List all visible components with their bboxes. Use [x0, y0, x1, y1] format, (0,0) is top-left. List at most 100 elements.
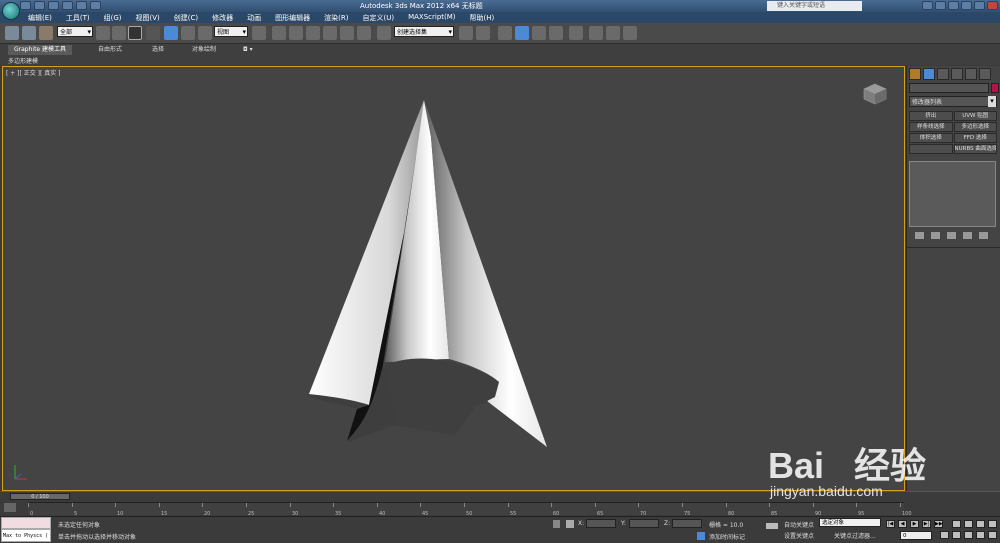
timeline-ruler[interactable]: 0 5 10 15 20 25 30 35 40 45 50 55 60 65 70 75 80 85 90 95 10… [28, 502, 912, 517]
time-tag-icon[interactable] [697, 532, 705, 540]
angle-snap-icon[interactable] [323, 26, 337, 40]
search-input[interactable]: 键入关键字或短语 [767, 1, 862, 11]
remove-modifier-icon[interactable] [963, 232, 972, 239]
menu-customize[interactable]: 自定义(U) [362, 13, 394, 23]
modifier-button[interactable]: 体积选择 [909, 133, 953, 143]
zoom-extents-all-icon[interactable] [988, 520, 997, 528]
zoom-all-icon[interactable] [964, 520, 973, 528]
new-icon[interactable] [20, 1, 31, 10]
viewcube-icon[interactable] [863, 83, 887, 105]
window-crossing-icon[interactable] [146, 26, 160, 40]
layer-manager-icon[interactable] [498, 26, 512, 40]
key-filters-button[interactable]: 关键点过滤器... [834, 531, 876, 540]
zoom-icon[interactable] [952, 520, 961, 528]
menu-rendering[interactable]: 渲染(R) [324, 13, 348, 23]
tab-freeform[interactable]: 自由形式 [92, 45, 128, 55]
display-tab-icon[interactable] [965, 68, 977, 80]
percent-snap-icon[interactable] [340, 26, 354, 40]
minimize-icon[interactable] [961, 1, 972, 10]
tab-object-paint[interactable]: 对象绘制 [186, 45, 222, 55]
select-object-icon[interactable] [96, 26, 110, 40]
curve-editor-icon[interactable] [532, 26, 546, 40]
motion-tab-icon[interactable] [951, 68, 963, 80]
ribbon-options-icon[interactable]: ◘ ▾ [237, 45, 259, 55]
pivot-center-icon[interactable] [252, 26, 266, 40]
modifier-button[interactable]: 多边形选择 [953, 122, 997, 132]
auto-key-button[interactable]: 自动关键点 [784, 520, 814, 529]
current-frame-field[interactable]: 0 [900, 531, 932, 540]
menu-modifiers[interactable]: 修改器 [212, 13, 233, 23]
select-move-icon[interactable] [164, 26, 178, 40]
pin-stack-icon[interactable] [915, 232, 924, 239]
modifier-stack[interactable] [909, 161, 996, 227]
lock-selection-icon[interactable] [553, 520, 560, 528]
spinner-snap-icon[interactable] [357, 26, 371, 40]
pan-icon[interactable] [952, 531, 961, 539]
key-icon[interactable] [766, 523, 778, 529]
undo-icon[interactable] [62, 1, 73, 10]
y-coord-field[interactable] [629, 519, 659, 528]
selection-filter-dropdown[interactable]: 全部 [57, 26, 93, 38]
select-by-name-icon[interactable] [112, 26, 126, 40]
field-of-view-icon[interactable] [940, 531, 949, 539]
menu-graph-editors[interactable]: 图形编辑器 [275, 13, 310, 23]
menu-edit[interactable]: 编辑(E) [28, 13, 52, 23]
ref-coord-dropdown[interactable]: 视图 [214, 26, 248, 38]
configure-sets-icon[interactable] [979, 232, 988, 239]
goto-end-icon[interactable]: ▶▶ [934, 520, 943, 528]
material-editor-icon[interactable] [569, 26, 583, 40]
maximize-viewport-icon[interactable] [988, 531, 997, 539]
graphite-toggle-icon[interactable] [515, 26, 529, 40]
menu-maxscript[interactable]: MAXScript(M) [408, 13, 455, 23]
next-frame-icon[interactable]: ▶| [922, 520, 931, 528]
object-name-field[interactable] [909, 83, 989, 93]
redo-icon[interactable] [76, 1, 87, 10]
modifier-button[interactable]: 样条线选择 [909, 122, 953, 132]
set-key-button[interactable]: 设置关键点 [784, 531, 814, 540]
render-teapot-icon[interactable] [623, 26, 637, 40]
modifier-button[interactable]: 挤出 [909, 111, 953, 121]
schematic-view-icon[interactable] [549, 26, 563, 40]
menu-group[interactable]: 组(G) [104, 13, 122, 23]
add-time-tag[interactable]: 添加时间标记 [709, 532, 745, 541]
help-icon[interactable] [948, 1, 959, 10]
menu-help[interactable]: 帮助(H) [470, 13, 495, 23]
menu-views[interactable]: 视图(V) [136, 13, 160, 23]
create-tab-icon[interactable] [909, 68, 921, 80]
open-icon[interactable] [34, 1, 45, 10]
rendered-frame-icon[interactable] [606, 26, 620, 40]
modifier-button[interactable]: NURBS 曲面选择 [953, 144, 997, 154]
link-icon[interactable] [5, 26, 19, 40]
select-rotate-icon[interactable] [181, 26, 195, 40]
modify-tab-icon[interactable] [923, 68, 935, 80]
walkthrough-icon[interactable] [976, 531, 985, 539]
modifier-button[interactable]: UVW 贴图 [953, 111, 997, 121]
z-coord-field[interactable] [672, 519, 702, 528]
align-icon[interactable] [476, 26, 490, 40]
viewport-perspective[interactable]: [ + ][ 正交 ][ 真实 ] [2, 66, 905, 491]
time-slider[interactable]: 0 / 100 [10, 493, 70, 500]
app-logo-icon[interactable] [2, 2, 20, 20]
save-icon[interactable] [48, 1, 59, 10]
absolute-mode-icon[interactable] [566, 520, 574, 528]
select-manipulate-icon[interactable] [272, 26, 286, 40]
named-selection-dropdown[interactable]: 创建选择集 [394, 26, 454, 38]
binoculars-icon[interactable] [922, 1, 933, 10]
goto-start-icon[interactable]: |◀ [886, 520, 895, 528]
modifier-button[interactable]: FFD 选择 [953, 133, 997, 143]
menu-tools[interactable]: 工具(T) [66, 13, 90, 23]
edit-named-sel-icon[interactable] [377, 26, 391, 40]
curve-editor-mini-icon[interactable] [4, 503, 16, 512]
unlink-icon[interactable] [22, 26, 36, 40]
mirror-icon[interactable] [459, 26, 473, 40]
object-color-swatch[interactable] [991, 83, 999, 93]
snaps-toggle-icon[interactable] [306, 26, 320, 40]
x-coord-field[interactable] [586, 519, 616, 528]
modifier-button[interactable] [909, 144, 953, 154]
tab-selection[interactable]: 选择 [146, 45, 170, 55]
maxscript-output[interactable]: Max to Physcs ( [1, 529, 51, 542]
viewport-label[interactable]: [ + ][ 正交 ][ 真实 ] [6, 68, 61, 77]
bind-space-warp-icon[interactable] [39, 26, 53, 40]
project-folder-icon[interactable] [90, 1, 101, 10]
show-end-result-icon[interactable] [931, 232, 940, 239]
